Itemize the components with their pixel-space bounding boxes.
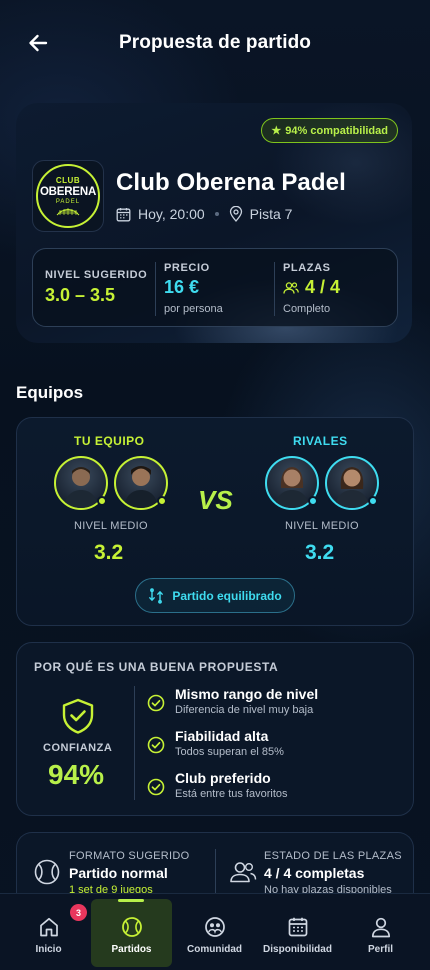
bottom-tab-bar: Inicio 3 Partidos Comunidad Disponibilid… [0,893,430,970]
teams-card: TU EQUIPO RIVALES VS NIVEL MEDIO NIVEL M… [16,417,414,626]
user-icon [370,915,392,939]
tab-label: Comunidad [187,944,242,955]
notification-badge: 3 [70,904,87,921]
stat-divider [274,262,275,316]
home-icon [38,915,60,939]
match-stats-panel: NIVEL SUGERIDO 3.0 – 3.5 PRECIO 16 € por… [32,248,398,327]
confidence-value: 94% [48,759,105,790]
reason-title: Fiabilidad alta [175,728,269,744]
stat-slots-label: PLAZAS [283,262,331,274]
tab-inicio[interactable]: Inicio 3 [8,899,89,967]
stat-level-value: 3.0 – 3.5 [45,285,116,305]
reason-subtitle: Diferencia de nivel muy baja [175,704,314,716]
versus-label: VS [198,485,233,515]
calendar-icon [116,207,131,222]
club-name: Club Oberena Padel [116,169,346,196]
tab-label: Disponibilidad [263,944,332,955]
why-proposal-card: POR QUÉ ES UNA BUENA PROPUESTA CONFIANZA… [16,642,414,816]
tab-perfil[interactable]: Perfil [340,899,421,967]
match-meta: Hoy, 20:00 Pista 7 [116,206,292,222]
group-icon [283,281,299,294]
tab-disponibilidad[interactable]: Disponibilidad [257,899,338,967]
match-time: Hoy, 20:00 [138,206,205,222]
stat-level-label: NIVEL SUGERIDO [45,269,148,281]
my-team-level-value: 3.2 [94,541,124,564]
group-icon [230,862,257,883]
check-circle-icon [147,736,165,754]
match-hero-card[interactable]: ★ 94% compatibilidad CLUB OBERENA PADEL … [16,103,412,343]
check-circle-icon [147,694,165,712]
why-title: POR QUÉ ES UNA BUENA PROPUESTA [34,660,279,674]
club-logo-sub-text: PADEL [55,199,81,205]
stat-price-label: PRECIO [164,262,210,274]
stat-level: NIVEL SUGERIDO 3.0 – 3.5 [45,249,147,328]
my-team-level-label: NIVEL MEDIO [74,520,148,532]
compatibility-label: 94% compatibilidad [285,124,388,137]
slots-state-label: ESTADO DE LAS PLAZAS [264,850,402,862]
page-title: Propuesta de partido [118,31,312,53]
rivals-level-value: 3.2 [305,541,335,564]
back-button[interactable] [22,30,54,56]
club-logo-top-text: CLUB [55,176,81,185]
reason-title: Club preferido [175,770,271,786]
court-net-icon [56,208,80,216]
reason-title: Mismo rango de nivel [175,686,319,702]
balanced-match-label: Partido equilibrado [172,588,282,603]
rivals-level-label: NIVEL MEDIO [285,520,359,532]
tennis-ball-icon [34,859,60,885]
club-logo: CLUB OBERENA PADEL [32,160,104,232]
club-logo-main-text: OBERENA [39,186,97,198]
online-status-dot [157,496,167,506]
my-team-label: TU EQUIPO [74,434,145,448]
stat-slots: PLAZAS 4 / 4 Completo [283,249,340,328]
meta-separator [214,212,219,216]
rivals-label: RIVALES [293,434,348,448]
compatibility-badge: ★ 94% compatibilidad [261,118,398,143]
shield-check-icon [62,698,94,734]
location-pin-icon [229,206,243,222]
top-bar: Propuesta de partido [0,0,430,86]
format-suggested-label: FORMATO SUGERIDO [69,850,190,862]
format-suggested-value: Partido normal [69,865,168,881]
ball-icon [121,915,143,939]
calendar-icon [287,915,309,939]
balanced-match-chip[interactable]: Partido equilibrado [135,578,295,613]
reason-subtitle: Está entre tus favoritos [175,788,288,800]
stat-price: PRECIO 16 € por persona [164,249,223,328]
confidence-label: CONFIANZA [43,742,113,754]
why-divider [134,686,135,800]
court-name: Pista 7 [249,206,293,222]
slots-state-value: 4 / 4 completas [264,865,365,881]
online-status-dot [97,496,107,506]
stat-price-value: 16 € [164,277,200,297]
tab-label: Inicio [35,944,62,955]
community-icon [204,915,226,939]
tab-partidos[interactable]: Partidos [91,899,172,967]
check-circle-icon [147,778,165,796]
swap-icon [149,587,164,604]
section-title-teams: Equipos [16,383,84,402]
stat-slots-value: 4 / 4 [305,277,341,297]
stat-slots-sub: Completo [283,303,331,315]
tab-label: Partidos [111,944,152,955]
arrow-left-icon [29,34,48,52]
online-status-dot [368,496,378,506]
reason-subtitle: Todos superan el 85% [175,746,284,758]
star-icon: ★ [271,125,282,137]
format-slots-state: ESTADO DE LAS PLAZAS 4 / 4 completas No … [264,850,402,896]
tab-label: Perfil [367,944,393,955]
format-suggested: FORMATO SUGERIDO Partido normal 1 set de… [69,850,190,896]
online-status-dot [308,496,318,506]
stat-price-sub: por persona [164,303,223,315]
format-card: FORMATO SUGERIDO Partido normal 1 set de… [16,832,414,902]
stat-divider [155,262,156,316]
tab-comunidad[interactable]: Comunidad [174,899,255,967]
